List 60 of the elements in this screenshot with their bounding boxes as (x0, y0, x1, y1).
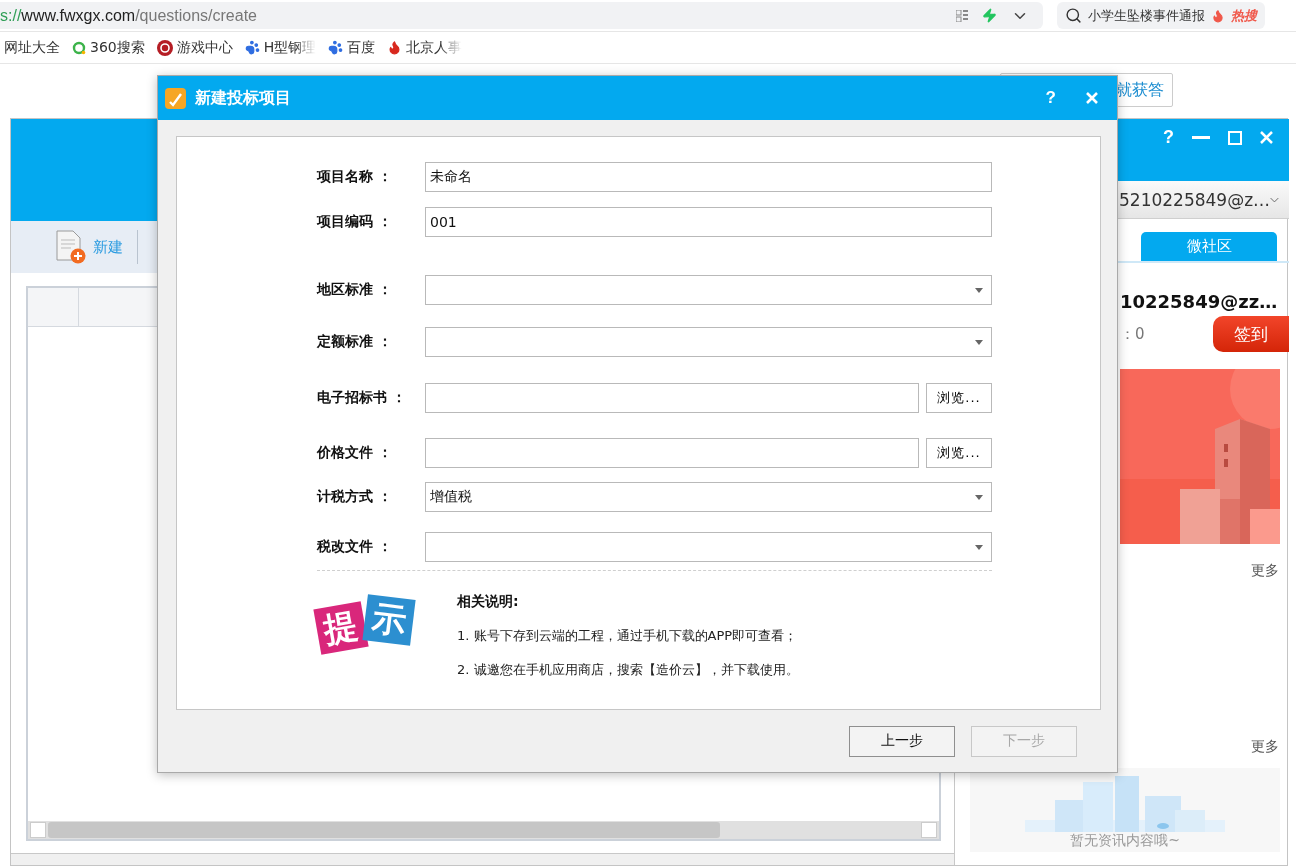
url-text: s://www.fwxgx.com/questions/create (0, 6, 258, 25)
username: 10225849@zz… (1120, 291, 1279, 312)
search-text: 小学生坠楼事件通报 (1088, 6, 1205, 25)
text-field[interactable]: 001 (425, 207, 992, 237)
bookmark-link[interactable]: 北京人事 (387, 38, 463, 57)
minimize-icon[interactable] (1192, 135, 1210, 140)
file-path-field[interactable] (425, 438, 919, 468)
chevron-down-icon (1270, 195, 1279, 204)
field-label: 项目编码 ： (317, 213, 393, 231)
field-label: 地区标准 ： (317, 281, 393, 299)
flame-icon (1211, 8, 1225, 23)
select-field[interactable] (425, 532, 992, 562)
field-label: 定额标准 ： (317, 333, 393, 351)
close-icon[interactable] (1260, 131, 1273, 144)
dropdown-caret-icon (975, 545, 983, 550)
dropdown-caret-icon (975, 340, 983, 345)
hot-label: 热搜 (1231, 6, 1257, 25)
bookmark-link[interactable]: 游戏中心 (156, 38, 233, 57)
grid-icon[interactable] (956, 9, 968, 22)
select-field[interactable] (425, 327, 992, 357)
lightning-icon[interactable] (982, 8, 997, 23)
app-logo-icon (165, 87, 186, 109)
select-field[interactable] (425, 275, 992, 305)
more-link[interactable]: 更多 (1251, 562, 1279, 580)
browse-button[interactable]: 浏览... (926, 383, 992, 413)
bookmark-link[interactable]: 百度 (328, 38, 376, 57)
dropdown-caret-icon (975, 495, 983, 500)
game-icon (156, 39, 173, 56)
tip-text: 2. 诚邀您在手机应用商店，搜索【造价云】，并下载使用。 (457, 661, 799, 679)
horizontal-scrollbar[interactable] (28, 821, 939, 839)
ring-icon (72, 40, 86, 55)
search-field[interactable]: 小学生坠楼事件通报 热搜 (1057, 2, 1265, 29)
tips-heading: 相关说明: (457, 593, 520, 611)
select-field[interactable]: 增值税 (425, 482, 992, 512)
paw-icon (244, 40, 260, 55)
field-label: 税改文件 ： (317, 538, 393, 556)
points-text: ：0 (1120, 324, 1145, 344)
more-link[interactable]: 更多 (1251, 738, 1279, 756)
browse-button[interactable]: 浏览... (926, 438, 992, 468)
maximize-icon[interactable] (1228, 130, 1242, 145)
tip-text: 1. 账号下存到云端的工程，通过手机下载的APP即可查看； (457, 627, 799, 645)
field-label: 价格文件 ： (317, 444, 393, 462)
dialog-title: 新建投标项目 (195, 87, 292, 109)
bookmark-link[interactable]: 360搜索 (72, 38, 145, 57)
bookmark-link[interactable]: H型钢理 (244, 38, 317, 57)
address-bar[interactable]: s://www.fwxgx.com/questions/create (0, 2, 1043, 29)
bookmark-link[interactable]: 网址大全 (4, 38, 60, 57)
text-field[interactable]: 未命名 (425, 162, 992, 192)
new-document-icon (55, 230, 87, 264)
field-label: 电子招标书 ： (317, 389, 407, 407)
paw-icon (328, 40, 344, 55)
field-label: 计税方式 ： (317, 488, 393, 506)
empty-news-text: 暂无资讯内容哦~ (1070, 832, 1180, 850)
search-icon (1065, 7, 1082, 24)
file-path-field[interactable] (425, 383, 919, 413)
field-label: 项目名称 ： (317, 168, 393, 186)
close-button[interactable] (1085, 91, 1099, 105)
dropdown-caret-icon (975, 288, 983, 293)
step-button[interactable]: 上一步 (849, 725, 955, 757)
sign-in-button[interactable]: 签到 (1213, 316, 1289, 352)
